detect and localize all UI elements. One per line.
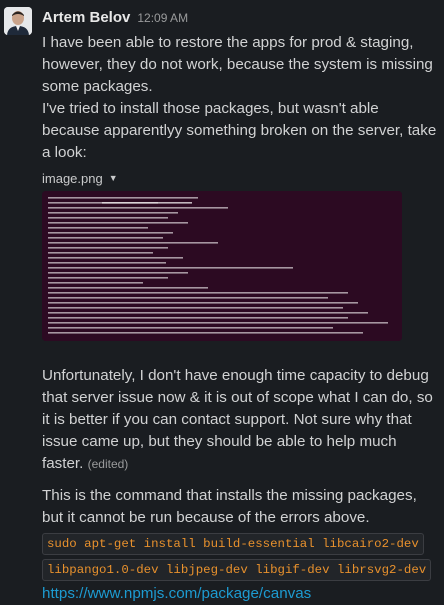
author-name[interactable]: Artem Belov	[42, 9, 130, 26]
inline-code-1: sudo apt-get install build-essential lib…	[42, 533, 424, 555]
avatar-image	[4, 7, 32, 35]
message-paragraph-2: I've tried to install those packages, bu…	[42, 100, 437, 161]
timestamp[interactable]: 12:09 AM	[137, 11, 188, 25]
message: Artem Belov 12:09 AM I have been able to…	[0, 0, 444, 602]
message-paragraph-3: Unfortunately, I don't have enough time …	[42, 365, 440, 475]
attachment-image[interactable]	[42, 191, 402, 341]
inline-code-2: libpango1.0-dev libjpeg-dev libgif-dev l…	[42, 559, 432, 581]
code-line-1: sudo apt-get install build-essential lib…	[42, 533, 440, 555]
attachment-header[interactable]: image.png ▼	[42, 168, 440, 188]
edited-label: (edited)	[87, 457, 129, 471]
message-content: Artem Belov 12:09 AM I have been able to…	[42, 9, 440, 605]
chevron-down-icon[interactable]: ▼	[109, 173, 118, 183]
code-line-2: libpango1.0-dev libjpeg-dev libgif-dev l…	[42, 559, 440, 581]
attachment-filename[interactable]: image.png	[42, 171, 103, 186]
terminal-screenshot	[42, 191, 402, 341]
message-paragraph-4: This is the command that installs the mi…	[42, 487, 417, 526]
npm-canvas-link[interactable]: https://www.npmjs.com/package/canvas	[42, 583, 440, 605]
message-header: Artem Belov 12:09 AM	[42, 9, 440, 29]
avatar[interactable]	[4, 7, 32, 35]
message-paragraph-1: I have been able to restore the apps for…	[42, 34, 433, 95]
